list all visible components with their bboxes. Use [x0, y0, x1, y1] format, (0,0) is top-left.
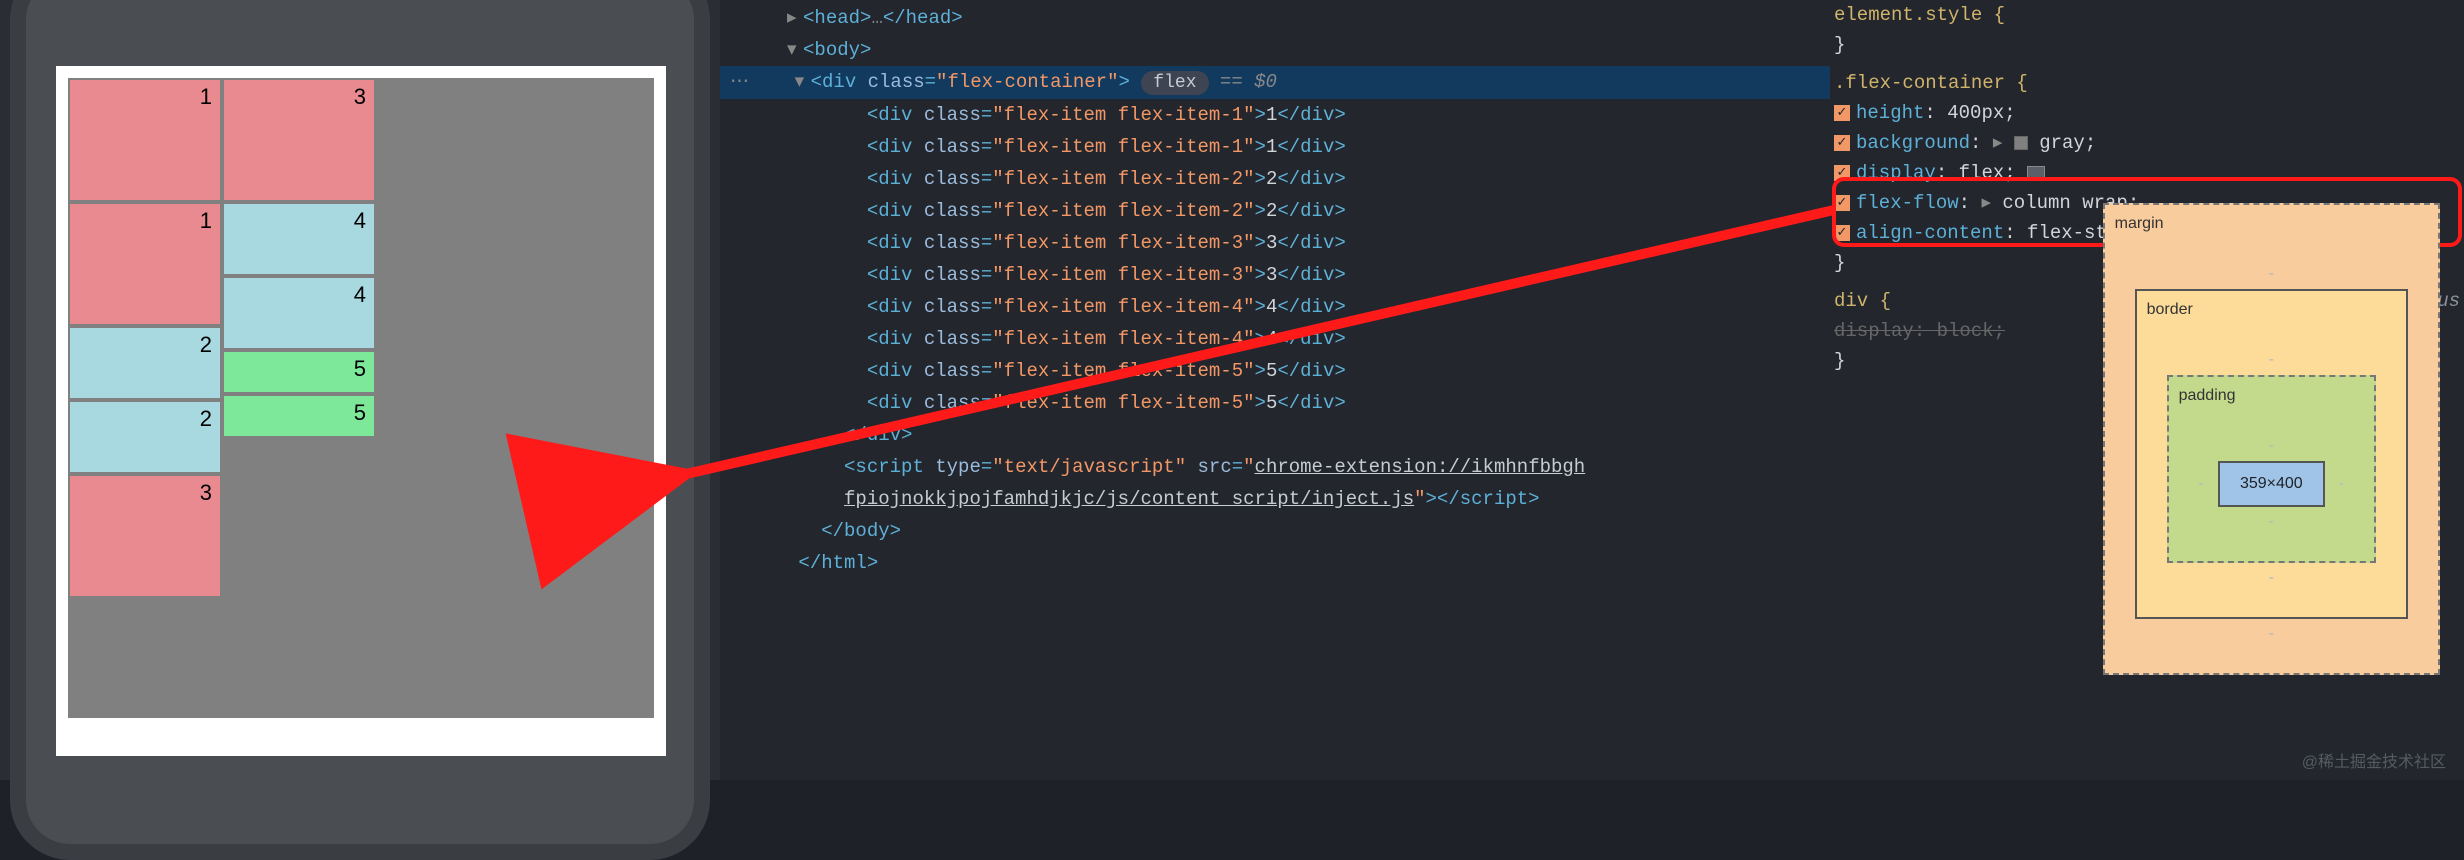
preview-canvas: 1 1 2 2 3 3 4 4 5 5: [56, 66, 666, 756]
dom-node[interactable]: <div class="flex-item flex-item-4">4</di…: [730, 323, 1830, 355]
box-model-content: 359×400: [2218, 461, 2325, 507]
flex-item: 2: [70, 328, 220, 398]
flex-item: 1: [70, 204, 220, 324]
css-prop-display[interactable]: ✓display: flex;: [1834, 158, 2460, 188]
dom-node[interactable]: </body>: [730, 515, 1830, 547]
dom-node-selected[interactable]: ⋯ ▾<div class="flex-container"> flex == …: [720, 66, 1830, 99]
dom-node[interactable]: <div class="flex-item flex-item-3">3</di…: [730, 227, 1830, 259]
box-model-border-label: border: [2147, 295, 2356, 325]
rule-close: }: [1834, 30, 2460, 60]
flex-editor-icon[interactable]: [2027, 166, 2045, 180]
dom-node[interactable]: <div class="flex-item flex-item-5">5</di…: [730, 355, 1830, 387]
dom-node[interactable]: ▾<body>: [730, 34, 1830, 66]
box-model-padding-label: padding: [2179, 381, 2324, 411]
flex-item: 2: [70, 402, 220, 472]
phone-frame: 1 1 2 2 3 3 4 4 5 5: [10, 0, 710, 860]
flex-item: 4: [224, 278, 374, 348]
elements-panel[interactable]: ▸<head>…</head> ▾<body> ⋯ ▾<div class="f…: [720, 0, 1830, 780]
watermark: @稀土掘金技术社区: [2302, 748, 2446, 772]
flex-item: 4: [224, 204, 374, 274]
css-prop-background[interactable]: ✓background: ▸ gray;: [1834, 128, 2460, 158]
dom-node[interactable]: <div class="flex-item flex-item-5">5</di…: [730, 387, 1830, 419]
rule-selector-flex-container[interactable]: .flex-container {: [1834, 68, 2460, 98]
dom-node[interactable]: <div class="flex-item flex-item-2">2</di…: [730, 195, 1830, 227]
css-prop-height[interactable]: ✓height: 400px;: [1834, 98, 2460, 128]
dom-node[interactable]: <div class="flex-item flex-item-2">2</di…: [730, 163, 1830, 195]
flex-item: 5: [224, 352, 374, 392]
flex-item: 5: [224, 396, 374, 436]
styles-panel[interactable]: element.style { } .flex-container { ✓hei…: [1830, 0, 2464, 780]
flex-item: 1: [70, 80, 220, 200]
dom-node[interactable]: ▸<head>…</head>: [730, 2, 1830, 34]
dom-node[interactable]: <div class="flex-item flex-item-4">4</di…: [730, 291, 1830, 323]
dom-node[interactable]: <script type="text/javascript" src="chro…: [730, 451, 1830, 483]
box-model-margin-label: margin: [2115, 209, 2388, 239]
dom-node[interactable]: fpiojnokkjpojfamhdjkjc/js/content_script…: [730, 483, 1830, 515]
flex-badge[interactable]: flex: [1141, 71, 1208, 95]
dom-node[interactable]: </html>: [730, 547, 1830, 579]
flex-item: 3: [70, 476, 220, 596]
flex-container-demo: 1 1 2 2 3 3 4 4 5 5: [68, 78, 654, 718]
box-model-viewer[interactable]: margin - border - padding - - 359×400 - …: [2103, 203, 2440, 675]
phone-preview-area: 1 1 2 2 3 3 4 4 5 5: [0, 0, 720, 780]
color-swatch-icon[interactable]: [2014, 136, 2028, 150]
dom-node[interactable]: <div class="flex-item flex-item-1">1</di…: [730, 131, 1830, 163]
dom-node[interactable]: <div class="flex-item flex-item-3">3</di…: [730, 259, 1830, 291]
rule-element-style[interactable]: element.style {: [1834, 0, 2460, 30]
dom-node[interactable]: <div class="flex-item flex-item-1">1</di…: [730, 99, 1830, 131]
flex-item: 3: [224, 80, 374, 200]
dom-node[interactable]: </div>: [730, 419, 1830, 451]
